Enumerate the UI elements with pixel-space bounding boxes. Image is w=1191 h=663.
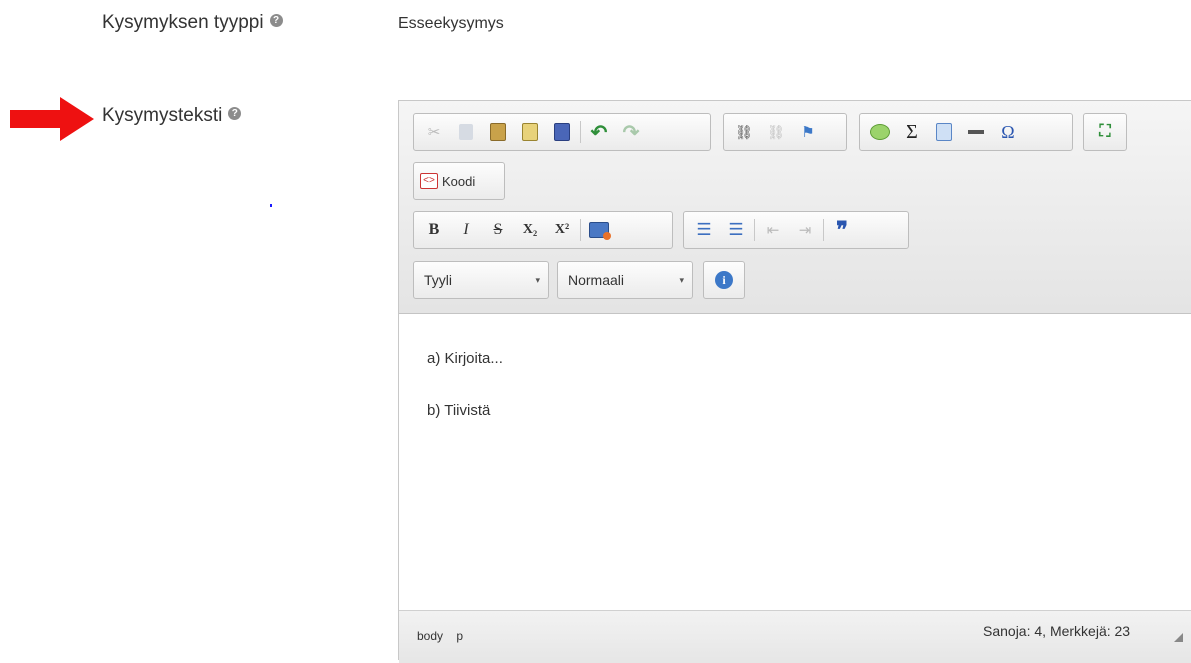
bullet-list-icon: ☰	[728, 220, 744, 239]
paste-icon	[490, 123, 506, 141]
bullet-list-button[interactable]: ☰	[723, 216, 749, 244]
toolbar-group-insert: Σ Ω	[859, 113, 1073, 151]
blockquote-icon: ❞	[836, 217, 848, 242]
image-button[interactable]	[586, 216, 612, 244]
outdent-button[interactable]: ⇤	[760, 216, 786, 244]
chevron-down-icon: ▾	[535, 275, 540, 285]
horizontal-rule-button[interactable]	[963, 118, 989, 146]
maximize-button[interactable]: ⛶	[1092, 118, 1118, 146]
strikethrough-button[interactable]: S	[485, 216, 511, 244]
stray-dot	[270, 204, 272, 207]
outdent-icon: ⇤	[766, 222, 780, 239]
editor-content[interactable]: a) Kirjoita... b) Tiivistä	[399, 314, 1191, 610]
link-icon: ⛓	[735, 123, 753, 140]
help-icon[interactable]: ?	[228, 107, 242, 120]
anchor-icon: ⚑	[801, 124, 815, 141]
blockquote-button[interactable]: ❞	[829, 216, 855, 244]
editor-toolbar: ✂ ↶ ↷ ⛓ ⛓ ⚑ Σ Ω ⛶ <> Koodi B I S X₂ X² ☰…	[399, 101, 1191, 314]
bold-button[interactable]: B	[421, 216, 447, 244]
path-item-body[interactable]: body	[417, 629, 443, 643]
image-icon	[589, 222, 611, 240]
sigma-button[interactable]: Σ	[899, 118, 925, 146]
cut-button[interactable]: ✂	[421, 118, 447, 146]
toolbar-separator	[823, 219, 824, 241]
comment-icon	[870, 124, 890, 140]
word-count: Sanoja: 4, Merkkejä: 23	[983, 623, 1131, 639]
ordered-list-icon: ☰	[696, 220, 712, 239]
question-type-label: Kysymyksen tyyppi?	[102, 12, 283, 34]
paste-text-button[interactable]	[517, 118, 543, 146]
special-char-icon: Ω	[1001, 121, 1015, 142]
toolbar-separator	[580, 219, 581, 241]
redo-button[interactable]: ↷	[618, 118, 644, 146]
toolbar-group-links: ⛓ ⛓ ⚑	[723, 113, 847, 151]
rich-text-editor: ✂ ↶ ↷ ⛓ ⛓ ⚑ Σ Ω ⛶ <> Koodi B I S X₂ X² ☰…	[398, 100, 1191, 663]
copy-button[interactable]	[453, 118, 479, 146]
toolbar-group-formatting: B I S X₂ X²	[413, 211, 673, 249]
italic-icon: I	[463, 221, 469, 238]
indent-button[interactable]: ⇥	[792, 216, 818, 244]
element-path: body p	[417, 629, 473, 643]
undo-icon: ↶	[590, 121, 608, 144]
anchor-button[interactable]: ⚑	[795, 118, 821, 146]
unlink-icon: ⛓	[767, 123, 785, 140]
link-button[interactable]: ⛓	[731, 118, 757, 146]
italic-button[interactable]: I	[453, 216, 479, 244]
table-button[interactable]	[931, 118, 957, 146]
style-select-value: Tyyli	[424, 272, 452, 288]
maximize-icon: ⛶	[1099, 123, 1111, 140]
ordered-list-button[interactable]: ☰	[691, 216, 717, 244]
superscript-icon: X²	[554, 222, 570, 237]
undo-button[interactable]: ↶	[586, 118, 612, 146]
resize-handle[interactable]	[1174, 633, 1183, 642]
indent-icon: ⇥	[798, 222, 812, 239]
content-line: a) Kirjoita...	[427, 350, 503, 367]
toolbar-group-clipboard: ✂ ↶ ↷	[413, 113, 711, 151]
source-icon: <>	[420, 173, 438, 189]
format-select-value: Normaali	[568, 272, 625, 288]
toolbar-group-maximize: ⛶	[1083, 113, 1127, 151]
horizontal-rule-icon	[968, 130, 984, 134]
cut-icon: ✂	[427, 124, 441, 141]
question-text-label: Kysymysteksti?	[102, 105, 242, 127]
toolbar-group-lists: ☰ ☰ ⇤ ⇥ ❞	[683, 211, 909, 249]
paste-word-button[interactable]	[549, 118, 575, 146]
special-char-button[interactable]: Ω	[995, 118, 1021, 146]
source-button[interactable]: <> Koodi	[413, 162, 505, 200]
subscript-button[interactable]: X₂	[517, 216, 543, 244]
bold-icon: B	[428, 221, 440, 238]
style-select[interactable]: Tyyli ▾	[413, 261, 549, 299]
subscript-icon: X₂	[522, 222, 538, 237]
about-button[interactable]: i	[703, 261, 745, 299]
toolbar-separator	[580, 121, 581, 143]
redo-icon: ↷	[622, 121, 640, 144]
editor-statusbar: body p Sanoja: 4, Merkkejä: 23	[399, 610, 1191, 663]
source-button-label: Koodi	[442, 173, 476, 189]
toolbar-separator	[754, 219, 755, 241]
paste-word-icon	[554, 123, 570, 141]
content-line: b) Tiivistä	[427, 402, 491, 419]
path-item-p[interactable]: p	[456, 629, 463, 643]
unlink-button[interactable]: ⛓	[763, 118, 789, 146]
superscript-button[interactable]: X²	[549, 216, 575, 244]
paste-button[interactable]	[485, 118, 511, 146]
format-select[interactable]: Normaali ▾	[557, 261, 693, 299]
sigma-icon: Σ	[906, 120, 918, 143]
comment-button[interactable]	[867, 118, 893, 146]
copy-icon	[459, 124, 473, 140]
help-icon[interactable]: ?	[269, 14, 283, 27]
table-icon	[936, 123, 952, 141]
chevron-down-icon: ▾	[679, 275, 684, 285]
question-type-value: Esseekysymys	[398, 15, 504, 32]
info-icon: i	[715, 271, 733, 289]
strikethrough-icon: S	[493, 221, 503, 238]
paste-text-icon	[522, 123, 538, 141]
red-arrow-icon	[10, 97, 94, 141]
